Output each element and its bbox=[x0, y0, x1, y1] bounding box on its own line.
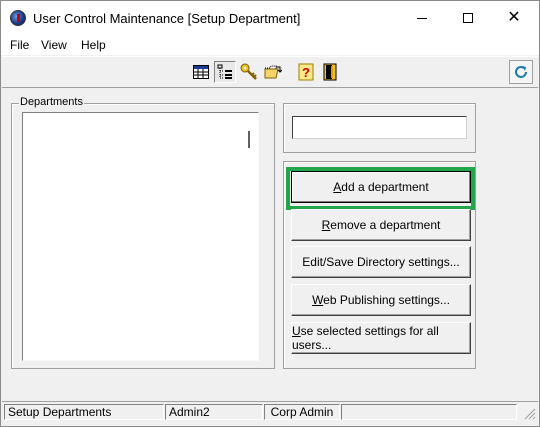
exit-door-icon bbox=[323, 63, 337, 81]
svg-text:?: ? bbox=[302, 65, 310, 80]
menu-bar: File View Help bbox=[1, 35, 539, 55]
key-icon bbox=[240, 63, 257, 80]
edit-save-directory-settings-label: Edit/Save Directory settings... bbox=[302, 255, 460, 269]
close-icon: ✕ bbox=[507, 9, 521, 26]
menu-help[interactable]: Help bbox=[81, 38, 106, 52]
departments-scroll-thumb[interactable] bbox=[248, 131, 250, 148]
folder-open-icon bbox=[264, 65, 282, 79]
resize-grip-icon[interactable] bbox=[522, 406, 536, 420]
edit-save-directory-settings-button[interactable]: Edit/Save Directory settings... bbox=[291, 246, 471, 278]
departments-scrollbar[interactable] bbox=[242, 113, 257, 360]
status-company: Corp Admin bbox=[264, 404, 340, 420]
exit-button[interactable] bbox=[319, 61, 341, 83]
app-globe-icon[interactable] bbox=[10, 10, 26, 26]
status-extra bbox=[341, 404, 517, 420]
minimize-button[interactable] bbox=[399, 1, 445, 35]
maximize-button[interactable] bbox=[445, 1, 491, 35]
menu-file[interactable]: File bbox=[10, 38, 29, 52]
use-settings-all-users-label: Use selected settings for all users... bbox=[292, 324, 439, 352]
table-view-icon bbox=[193, 65, 209, 79]
remove-department-label: Remove a department bbox=[321, 218, 441, 232]
table-view-button[interactable] bbox=[190, 61, 212, 83]
close-button[interactable]: ✕ bbox=[491, 1, 537, 35]
tree-view-icon bbox=[217, 64, 232, 79]
remove-department-button[interactable]: Remove a department bbox=[291, 209, 471, 241]
add-department-button[interactable]: Add a department bbox=[291, 171, 471, 203]
menu-view[interactable]: View bbox=[41, 38, 67, 52]
department-name-input[interactable] bbox=[292, 116, 467, 139]
status-mode: Setup Departments bbox=[4, 404, 164, 420]
status-user: Admin2 bbox=[165, 404, 263, 420]
add-department-label: Add a department bbox=[333, 180, 429, 194]
refresh-button[interactable] bbox=[509, 60, 533, 84]
departments-label: Departments bbox=[19, 96, 84, 108]
key-button[interactable] bbox=[238, 61, 260, 83]
folder-open-button[interactable] bbox=[262, 61, 284, 83]
use-settings-all-users-button[interactable]: Use selected settings for all users... bbox=[291, 322, 471, 354]
status-bar: Setup Departments Admin2 Corp Admin bbox=[2, 401, 538, 421]
web-publishing-settings-label: Web Publishing settings... bbox=[312, 293, 450, 307]
minimize-icon bbox=[417, 17, 427, 19]
title-bar[interactable]: User Control Maintenance [Setup Departme… bbox=[1, 1, 539, 35]
toolbar: ? bbox=[2, 56, 538, 88]
help-icon: ? bbox=[298, 63, 314, 81]
web-publishing-settings-button[interactable]: Web Publishing settings... bbox=[291, 284, 471, 316]
window-title: User Control Maintenance [Setup Departme… bbox=[33, 11, 301, 26]
refresh-icon bbox=[515, 66, 527, 78]
departments-list[interactable] bbox=[22, 112, 259, 361]
tree-view-button[interactable] bbox=[214, 61, 236, 83]
main-window: User Control Maintenance [Setup Departme… bbox=[0, 0, 540, 427]
help-button[interactable]: ? bbox=[295, 61, 317, 83]
maximize-icon bbox=[463, 13, 473, 23]
